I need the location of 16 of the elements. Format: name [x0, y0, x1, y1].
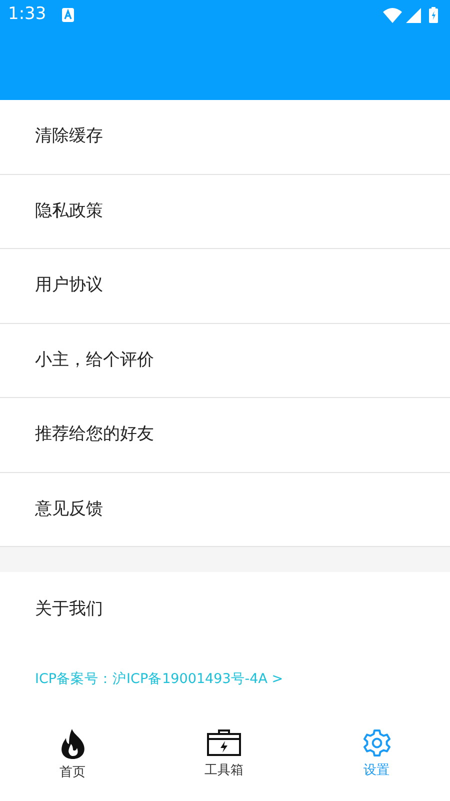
- battery-icon: [429, 7, 438, 23]
- settings-icon: [362, 728, 390, 756]
- menu-item[interactable]: 清除缓存: [0, 100, 450, 174]
- nav-tab[interactable]: 工具箱: [145, 712, 303, 801]
- flame-icon: [60, 728, 86, 758]
- notification-icon: [62, 8, 74, 22]
- signal-icon: [406, 8, 421, 22]
- nav-tab[interactable]: 首页: [0, 712, 145, 801]
- menu-item[interactable]: 小主，给个评价: [0, 324, 450, 398]
- toolbox-icon: [206, 728, 242, 756]
- wifi-icon: [383, 8, 402, 22]
- menu-item[interactable]: 隐私政策: [0, 174, 450, 249]
- menu-item[interactable]: 推荐给您的好友: [0, 398, 450, 472]
- menu-item[interactable]: 用户协议: [0, 249, 450, 324]
- status-time: 1:33: [8, 3, 46, 26]
- menu-item[interactable]: 关于我们: [0, 572, 450, 646]
